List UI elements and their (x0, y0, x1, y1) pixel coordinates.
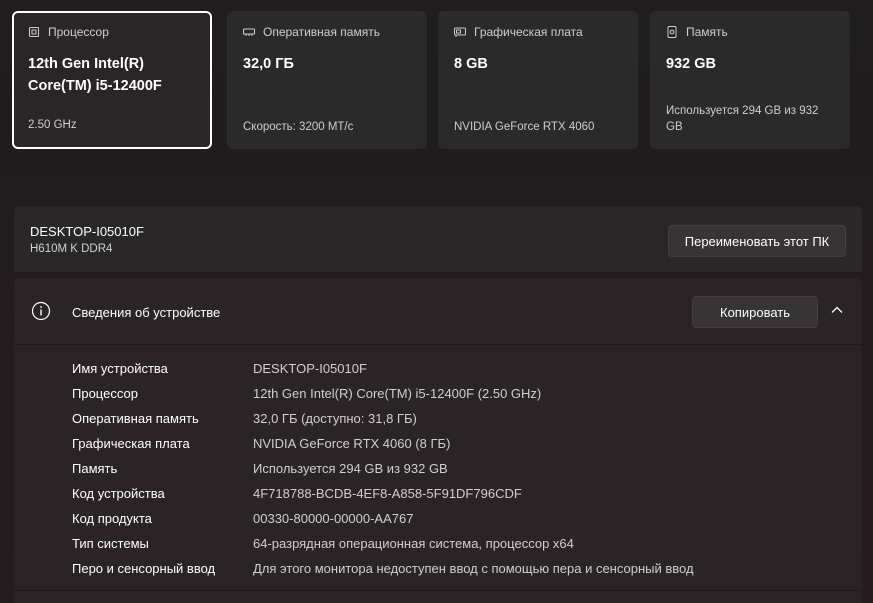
spec-row-pen-touch: Перо и сенсорный ввод Для этого монитора… (72, 556, 694, 581)
copy-button[interactable]: Копировать (692, 296, 818, 328)
spec-value: Для этого монитора недоступен ввод с пом… (253, 561, 694, 576)
cpu-card[interactable]: Процессор 12th Gen Intel(R) Core(TM) i5-… (12, 11, 212, 149)
spec-row-gpu: Графическая плата NVIDIA GeForce RTX 406… (72, 431, 694, 456)
spec-value: DESKTOP-I05010F (253, 361, 367, 376)
storage-icon (667, 26, 677, 38)
cpu-card-header: Процессор (28, 25, 196, 39)
storage-card-value: 932 GB (666, 56, 716, 72)
spec-row-product-id: Код продукта 00330-80000-00000-AA767 (72, 506, 694, 531)
device-info-header[interactable]: Сведения об устройстве Копировать (14, 278, 862, 345)
gpu-icon (454, 27, 466, 37)
ram-icon (243, 28, 255, 36)
pc-name: DESKTOP-I05010F (30, 224, 144, 239)
ram-card-title: Оперативная память (263, 25, 380, 39)
spec-label: Перо и сенсорный ввод (72, 561, 216, 576)
spec-value: Используется 294 GB из 932 GB (253, 461, 448, 476)
chevron-up-icon[interactable] (830, 305, 844, 315)
gpu-card-subtext: NVIDIA GeForce RTX 4060 (454, 121, 595, 133)
cpu-card-subtext: 2.50 GHz (28, 119, 77, 131)
spec-label: Оперативная память (72, 411, 199, 426)
storage-card-header: Память (666, 25, 834, 39)
spec-row-processor: Процессор 12th Gen Intel(R) Core(TM) i5-… (72, 381, 694, 406)
storage-card-title: Память (686, 25, 728, 39)
ram-card-header: Оперативная память (243, 25, 411, 39)
spec-label: Имя устройства (72, 361, 168, 376)
device-info-panel: Сведения об устройстве Копировать Имя ус… (14, 278, 862, 603)
spec-value: 00330-80000-00000-AA767 (253, 511, 414, 526)
divider (14, 590, 862, 591)
spec-value: 64-разрядная операционная система, проце… (253, 536, 574, 551)
spec-row-storage: Память Используется 294 GB из 932 GB (72, 456, 694, 481)
spec-label: Процессор (72, 386, 138, 401)
spec-row-device-id: Код устройства 4F718788-BCDB-4EF8-A858-5… (72, 481, 694, 506)
device-specs-table: Имя устройства DESKTOP-I05010F Процессор… (72, 356, 694, 581)
storage-card[interactable]: Память 932 GB Используется 294 GB из 932… (650, 11, 850, 149)
gpu-card[interactable]: Графическая плата 8 GB NVIDIA GeForce RT… (438, 11, 638, 149)
spec-value: 4F718788-BCDB-4EF8-A858-5F91DF796CDF (253, 486, 522, 501)
cpu-card-value: 12th Gen Intel(R) Core(TM) i5-12400F (28, 56, 162, 94)
spec-row-device-name: Имя устройства DESKTOP-I05010F (72, 356, 694, 381)
spec-label: Тип системы (72, 536, 149, 551)
ram-card-subtext: Скорость: 3200 МТ/с (243, 121, 354, 133)
storage-card-subtext: Используется 294 GB из 932 GB (666, 105, 819, 133)
cpu-card-title: Процессор (48, 25, 109, 39)
gpu-card-value: 8 GB (454, 56, 488, 72)
info-icon (31, 301, 51, 321)
spec-row-system-type: Тип системы 64-разрядная операционная си… (72, 531, 694, 556)
spec-label: Код устройства (72, 486, 165, 501)
ram-card-value: 32,0 ГБ (243, 56, 294, 72)
gpu-card-header: Графическая плата (454, 25, 622, 39)
cpu-icon (29, 27, 39, 37)
spec-value: 12th Gen Intel(R) Core(TM) i5-12400F (2.… (253, 386, 542, 401)
spec-row-ram: Оперативная память 32,0 ГБ (доступно: 31… (72, 406, 694, 431)
spec-value: 32,0 ГБ (доступно: 31,8 ГБ) (253, 411, 417, 426)
spec-label: Память (72, 461, 118, 476)
pc-name-panel: DESKTOP-I05010F H610M K DDR4 Переименова… (14, 206, 862, 272)
spec-label: Код продукта (72, 511, 152, 526)
gpu-card-title: Графическая плата (474, 25, 583, 39)
pc-model: H610M K DDR4 (30, 243, 113, 255)
rename-pc-button[interactable]: Переименовать этот ПК (668, 225, 846, 257)
spec-label: Графическая плата (72, 436, 190, 451)
device-info-title: Сведения об устройстве (72, 305, 221, 320)
spec-value: NVIDIA GeForce RTX 4060 (8 ГБ) (253, 436, 451, 451)
ram-card[interactable]: Оперативная память 32,0 ГБ Скорость: 320… (227, 11, 427, 149)
